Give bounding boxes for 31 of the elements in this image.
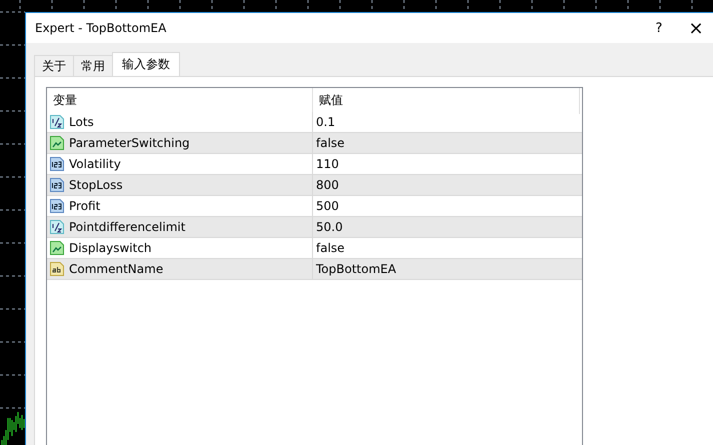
toggle-line-icon (49, 240, 65, 256)
parameter-name: CommentName (69, 262, 164, 276)
parameter-value[interactable]: false (316, 136, 345, 150)
tab[interactable]: 输入参数 (112, 52, 180, 76)
parameter-name: ParameterSwitching (69, 136, 190, 150)
parameter-value[interactable]: 110 (316, 157, 339, 171)
parameter-value[interactable]: 0.1 (316, 115, 336, 129)
fraction-icon (49, 114, 65, 130)
text-icon (49, 261, 65, 277)
fraction-icon (49, 219, 65, 235)
parameter-value[interactable]: 800 (316, 178, 339, 192)
parameter-name: Profit (69, 199, 100, 213)
toggle-line-icon (49, 135, 65, 151)
number-icon (49, 156, 65, 172)
number-icon (49, 198, 65, 214)
number-icon (49, 177, 65, 193)
parameter-value[interactable]: TopBottomEA (316, 262, 396, 276)
parameter-name: Lots (69, 115, 94, 129)
close-button[interactable]: × (681, 14, 711, 42)
parameter-name: Pointdifferencelimit (69, 220, 186, 234)
parameter-value[interactable]: false (316, 241, 345, 255)
parameter-name: Volatility (69, 157, 121, 171)
help-button[interactable]: ? (641, 14, 677, 42)
parameter-name: Displayswitch (69, 241, 152, 255)
parameter-value[interactable]: 50.0 (316, 220, 343, 234)
parameter-value[interactable]: 500 (316, 199, 339, 213)
window-title: Expert - TopBottomEA (35, 21, 168, 35)
column-header[interactable]: 赋值 (313, 92, 582, 108)
column-header[interactable]: 变量 (47, 88, 313, 112)
tab[interactable]: 关于 (34, 55, 74, 76)
parameter-name: StopLoss (69, 178, 123, 192)
